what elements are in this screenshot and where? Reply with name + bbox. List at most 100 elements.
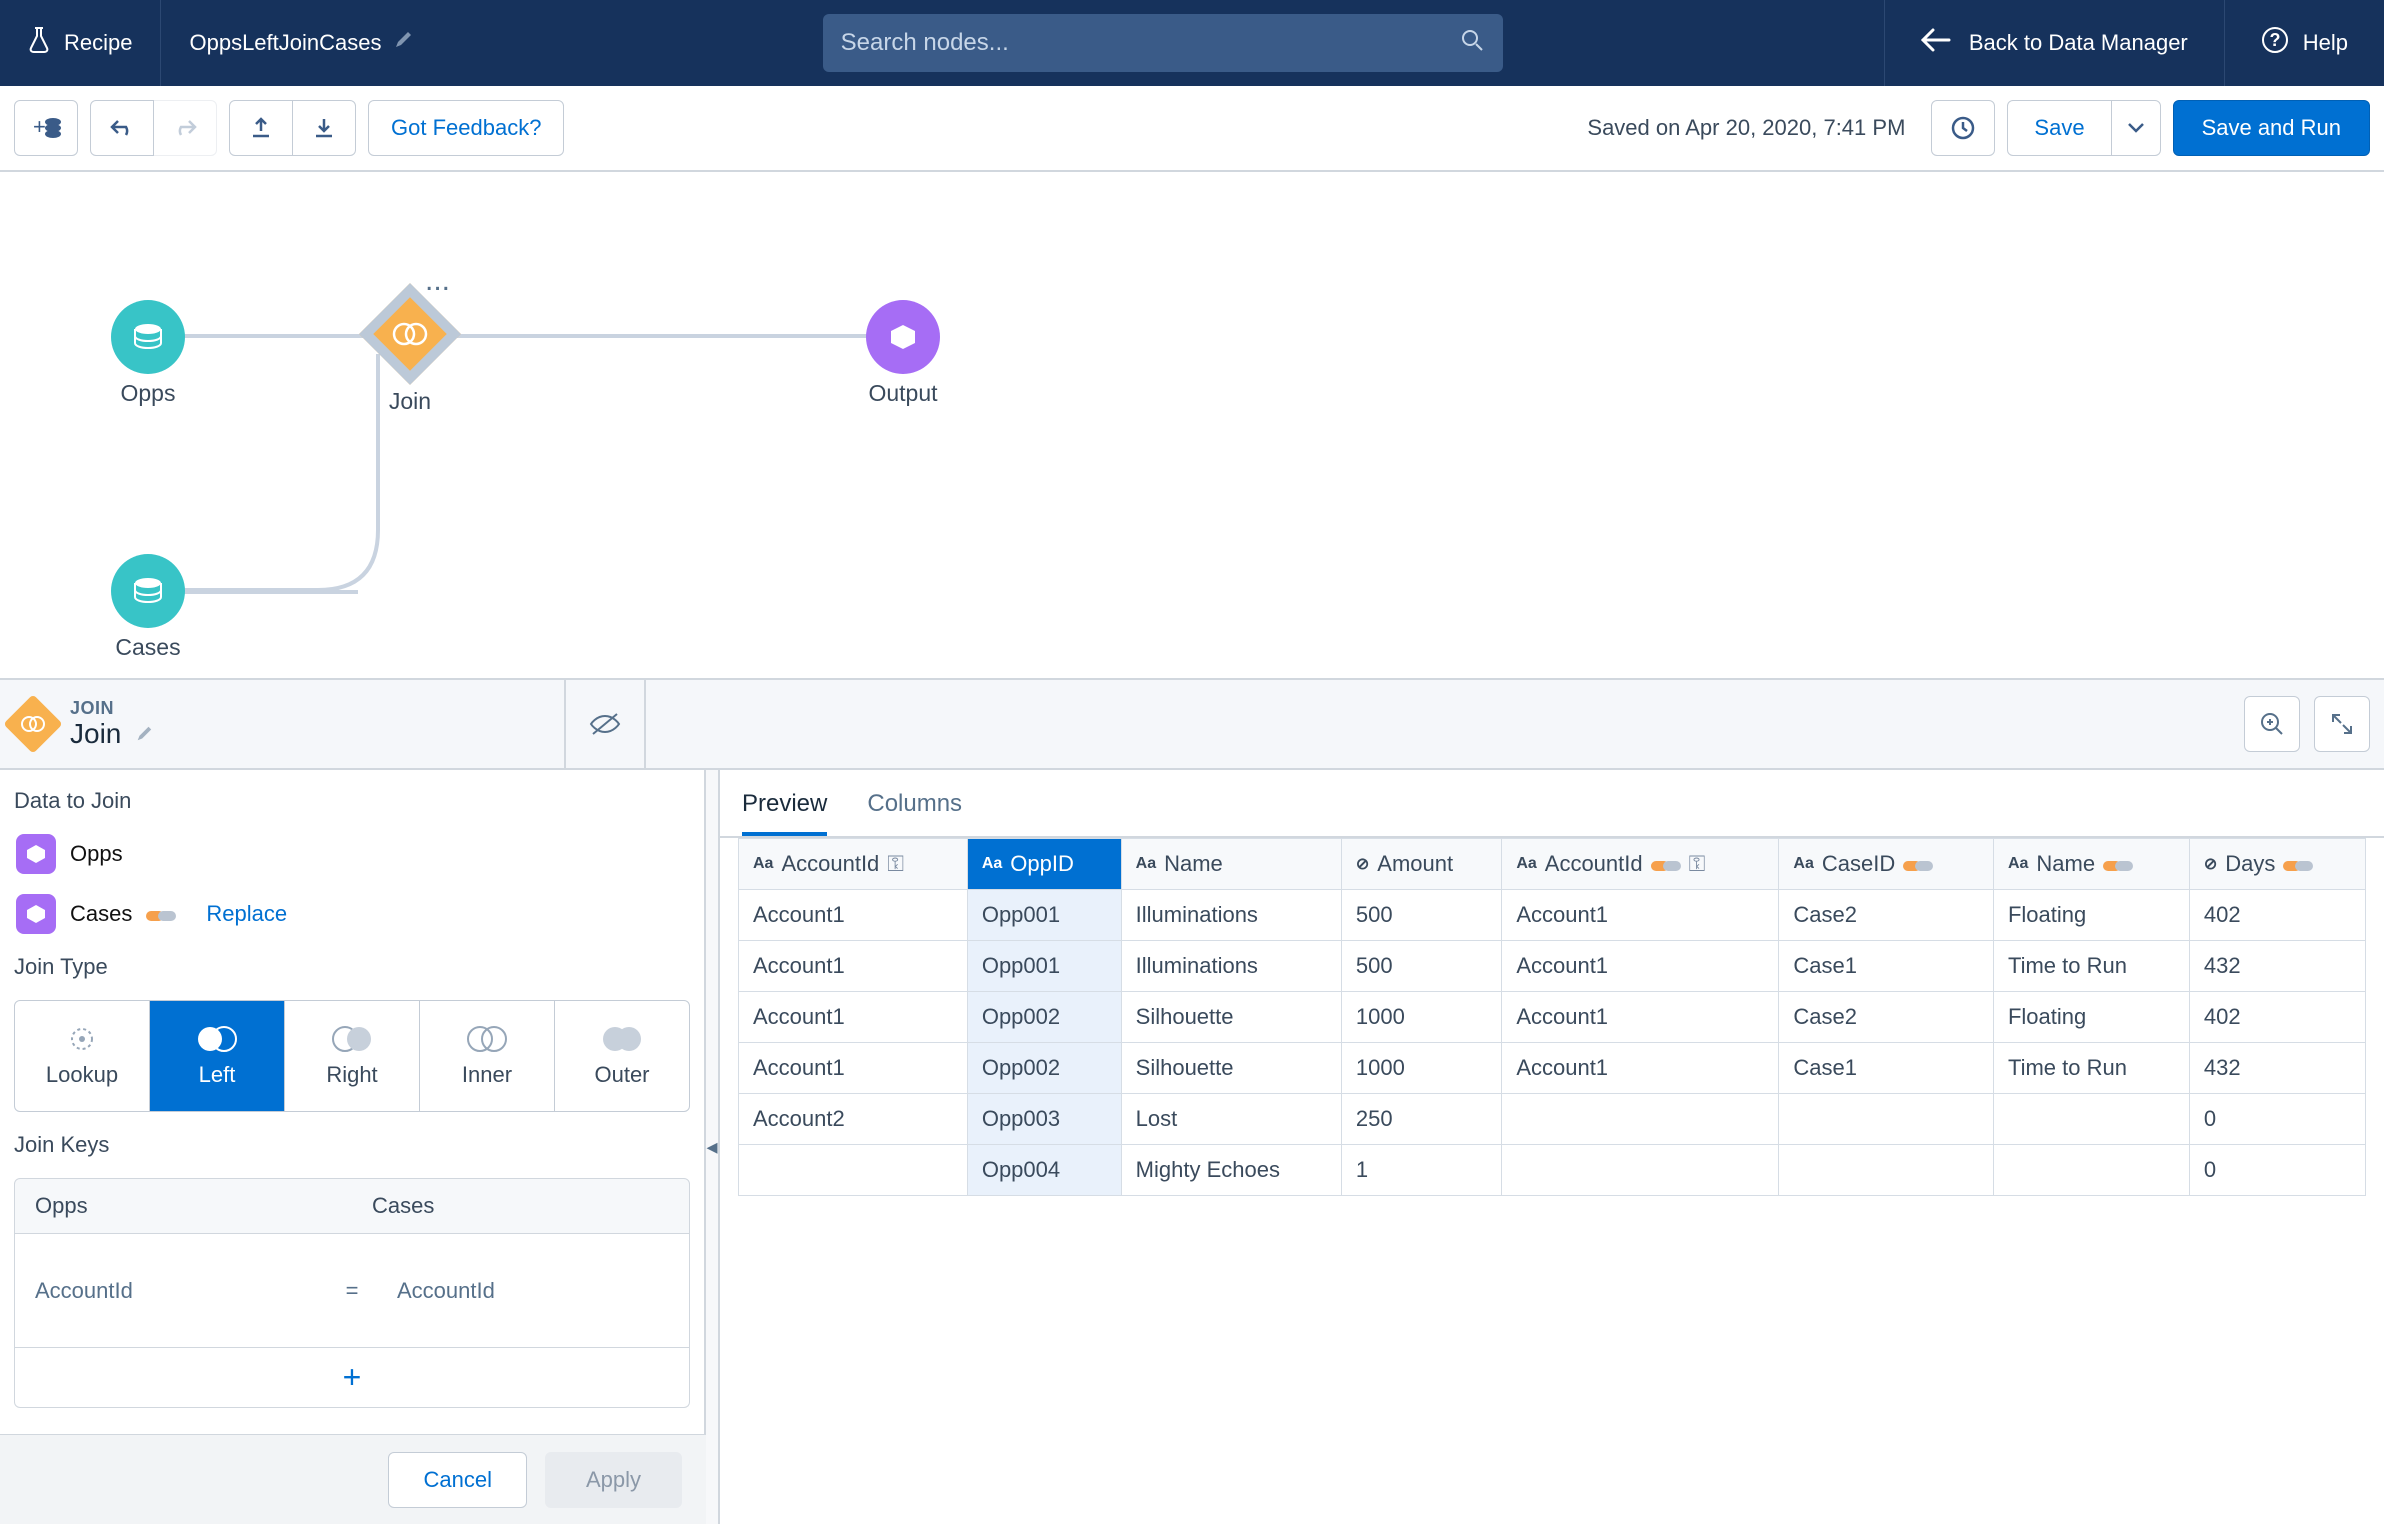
table-cell: 432 <box>2189 941 2365 992</box>
config-footer: Cancel Apply <box>0 1434 706 1524</box>
node-opps[interactable]: Opps <box>111 300 185 407</box>
join-keys-label: Join Keys <box>14 1132 690 1158</box>
pencil-icon[interactable] <box>135 718 153 749</box>
table-cell <box>1779 1145 1994 1196</box>
preview-table: AaAccountId⚿AaOppIDAaName⊘AmountAaAccoun… <box>738 838 2366 1196</box>
search-input[interactable] <box>841 29 1459 57</box>
table-cell: Floating <box>1993 992 2189 1043</box>
column-header[interactable]: ⊘Days <box>2189 839 2365 890</box>
column-header[interactable]: AaAccountId⚿ <box>1502 839 1779 890</box>
table-row[interactable]: Account1Opp002Silhouette1000Account1Case… <box>739 992 2366 1043</box>
dataset-icon <box>111 554 185 628</box>
hide-node-toggle[interactable] <box>564 680 646 768</box>
table-cell <box>1993 1094 2189 1145</box>
save-and-run-button[interactable]: Save and Run <box>2173 100 2370 156</box>
table-cell: Account1 <box>739 890 968 941</box>
table-cell: Time to Run <box>1993 941 2189 992</box>
table-cell: 432 <box>2189 1043 2365 1094</box>
table-row[interactable]: Account1Opp002Silhouette1000Account1Case… <box>739 1043 2366 1094</box>
column-header[interactable]: ⊘Amount <box>1341 839 1501 890</box>
column-header[interactable]: AaCaseID <box>1779 839 1994 890</box>
join-type-inner[interactable]: Inner <box>419 1001 554 1111</box>
table-cell: Account1 <box>739 992 968 1043</box>
join-type-left[interactable]: Left <box>149 1001 284 1111</box>
table-cell: Case1 <box>1779 1043 1994 1094</box>
table-cell: Opp002 <box>967 1043 1121 1094</box>
table-cell: Opp003 <box>967 1094 1121 1145</box>
pencil-icon[interactable] <box>393 30 413 56</box>
table-row[interactable]: Account1Opp001Illuminations500Account1Ca… <box>739 941 2366 992</box>
node-cases[interactable]: Cases <box>111 554 185 661</box>
join-icon-small <box>3 694 62 753</box>
tab-preview[interactable]: Preview <box>742 790 827 836</box>
table-cell: Mighty Echoes <box>1121 1145 1341 1196</box>
table-cell: Account1 <box>1502 941 1779 992</box>
history-button[interactable] <box>1931 100 1995 156</box>
toolbar: + Got Feedback? Saved on Apr 20, 2020, 7… <box>0 86 2384 172</box>
output-icon <box>16 834 56 874</box>
join-eyebrow: JOIN <box>70 699 153 719</box>
table-cell: Opp004 <box>967 1145 1121 1196</box>
help-label: Help <box>2303 30 2348 56</box>
table-cell: Case2 <box>1779 890 1994 941</box>
table-cell: Silhouette <box>1121 992 1341 1043</box>
add-node-button[interactable]: + <box>14 100 78 156</box>
join-type-outer[interactable]: Outer <box>554 1001 689 1111</box>
save-button[interactable]: Save <box>2007 100 2111 156</box>
tab-columns[interactable]: Columns <box>867 790 962 836</box>
search-icon[interactable] <box>1459 27 1485 59</box>
column-header[interactable]: AaName <box>1121 839 1341 890</box>
table-cell: Opp001 <box>967 890 1121 941</box>
table-cell: Silhouette <box>1121 1043 1341 1094</box>
table-cell: Account1 <box>1502 992 1779 1043</box>
stream-cases-row: Cases Replace <box>14 894 690 934</box>
table-cell: 1 <box>1341 1145 1501 1196</box>
cancel-button[interactable]: Cancel <box>388 1452 526 1508</box>
download-button[interactable] <box>292 100 356 156</box>
graph-canvas[interactable]: Opps ... Join Output Cases <box>0 172 2384 680</box>
redo-button[interactable] <box>153 100 217 156</box>
table-cell: 1000 <box>1341 992 1501 1043</box>
replace-link[interactable]: Replace <box>206 901 287 927</box>
table-row[interactable]: Opp004Mighty Echoes10 <box>739 1145 2366 1196</box>
search-nodes-box[interactable] <box>823 14 1503 72</box>
upload-button[interactable] <box>229 100 293 156</box>
join-key-row[interactable]: AccountId = AccountId <box>14 1234 690 1348</box>
join-title: Join <box>70 718 121 749</box>
recipe-title-slot[interactable]: OppsLeftJoinCases <box>161 0 441 86</box>
svg-text:+: + <box>33 114 46 139</box>
table-cell <box>1502 1145 1779 1196</box>
table-cell: Account1 <box>1502 890 1779 941</box>
apply-button[interactable]: Apply <box>545 1452 682 1508</box>
column-header[interactable]: AaOppID <box>967 839 1121 890</box>
expand-button[interactable] <box>2314 696 2370 752</box>
lower-split: Data to Join Opps Cases Replace Join Typ… <box>0 770 2384 1524</box>
table-cell: Illuminations <box>1121 890 1341 941</box>
table-cell: Opp002 <box>967 992 1121 1043</box>
zoom-preview-button[interactable] <box>2244 696 2300 752</box>
preview-panel: Preview Columns AaAccountId⚿AaOppIDAaNam… <box>720 770 2384 1524</box>
table-cell: 250 <box>1341 1094 1501 1145</box>
stream-name: Opps <box>70 841 123 867</box>
help-link[interactable]: ? Help <box>2224 0 2384 86</box>
join-type-right[interactable]: Right <box>284 1001 419 1111</box>
feedback-button[interactable]: Got Feedback? <box>368 100 564 156</box>
collapse-handle[interactable]: ◂ <box>706 770 720 1524</box>
table-row[interactable]: Account2Opp003Lost2500 <box>739 1094 2366 1145</box>
save-dropdown-button[interactable] <box>2111 100 2161 156</box>
undo-button[interactable] <box>90 100 154 156</box>
table-cell: Account2 <box>739 1094 968 1145</box>
table-row[interactable]: Account1Opp001Illuminations500Account1Ca… <box>739 890 2366 941</box>
preview-tabs: Preview Columns <box>720 770 2384 838</box>
help-icon: ? <box>2261 26 2289 60</box>
column-header[interactable]: AaAccountId⚿ <box>739 839 968 890</box>
back-to-data-manager[interactable]: Back to Data Manager <box>1884 0 2224 86</box>
column-header[interactable]: AaName <box>1993 839 2189 890</box>
flask-icon <box>28 26 50 60</box>
table-cell <box>1779 1094 1994 1145</box>
key-right: AccountId <box>377 1278 689 1304</box>
add-key-button[interactable]: + <box>14 1348 690 1408</box>
join-type-lookup[interactable]: Lookup <box>15 1001 149 1111</box>
node-join[interactable]: Join <box>362 286 458 415</box>
node-output[interactable]: Output <box>866 300 940 407</box>
